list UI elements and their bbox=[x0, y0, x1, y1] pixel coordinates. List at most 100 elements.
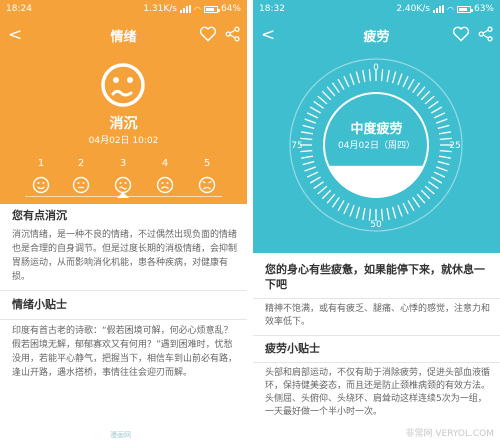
gauge-tick bbox=[424, 185, 435, 195]
scale-label-3: 3 bbox=[119, 158, 127, 169]
sad-face-small-icon[interactable] bbox=[156, 176, 174, 198]
wifi-icon: ◠ bbox=[447, 4, 454, 14]
sad-face-icon bbox=[100, 62, 146, 112]
gauge-tick bbox=[397, 73, 403, 86]
gauge-tick bbox=[397, 204, 403, 217]
gauge-tick bbox=[331, 82, 340, 93]
gauge-tick bbox=[412, 82, 421, 93]
gauge-tick bbox=[391, 71, 397, 84]
gauge-tick bbox=[391, 206, 397, 219]
watermark-mark: 漫画网 bbox=[110, 431, 131, 439]
gauge-tick bbox=[337, 78, 345, 90]
gauge-tick bbox=[431, 176, 443, 184]
fatigue-content: 您的身心有些疲惫，如果能停下来，就休息一下吧 精神不饱满，或有有疲乏、腿痛、心悸… bbox=[253, 262, 500, 419]
section-text: 消沉情绪，是一种不良的情绪，不过偶然出现负面的情绪也是合理的自身调节。但是过度长… bbox=[12, 230, 238, 282]
page-title: 疲劳 bbox=[363, 29, 390, 45]
divider bbox=[253, 298, 500, 299]
status-bar: 18:32 2.40K/s ◠ 63% bbox=[253, 0, 500, 18]
back-icon[interactable]: < bbox=[261, 25, 279, 45]
gauge-tick bbox=[407, 78, 415, 90]
gauge-tick bbox=[380, 208, 384, 221]
gauge-tick bbox=[420, 90, 431, 101]
gauge-tick bbox=[309, 106, 321, 114]
gauge-tick bbox=[313, 100, 324, 109]
network-speed: 1.31K/s bbox=[143, 4, 177, 14]
mood-name: 消沉 bbox=[109, 116, 138, 132]
gauge-tick bbox=[349, 73, 355, 86]
gauge-tick bbox=[306, 171, 319, 178]
signal-icon bbox=[180, 5, 191, 13]
fatigue-date: 04月02日（周四） bbox=[338, 141, 415, 151]
gauge-tick-label-50: 50 bbox=[370, 220, 382, 230]
status-time: 18:24 bbox=[6, 4, 32, 14]
gauge-tick bbox=[362, 207, 366, 220]
scale-label-1: 1 bbox=[37, 158, 45, 169]
status-time: 18:32 bbox=[259, 4, 285, 14]
gauge-tick bbox=[433, 171, 446, 178]
gauge-tick bbox=[326, 193, 336, 204]
gauge-tick bbox=[420, 189, 431, 200]
gauge-tick bbox=[313, 181, 324, 190]
divider bbox=[253, 362, 500, 363]
neutral-face-icon[interactable] bbox=[72, 176, 90, 198]
gauge-tick bbox=[412, 197, 421, 208]
gauge-tick-label-0: 0 bbox=[373, 63, 379, 73]
gauge-tick bbox=[304, 166, 317, 172]
favorite-icon[interactable] bbox=[452, 26, 470, 46]
gauge-tick bbox=[368, 69, 372, 82]
divider bbox=[0, 319, 247, 320]
gauge-tick bbox=[438, 155, 451, 159]
wifi-icon: ◠ bbox=[194, 4, 201, 14]
battery-icon bbox=[203, 5, 220, 13]
back-icon[interactable]: < bbox=[8, 25, 26, 45]
gauge-tick bbox=[431, 106, 443, 114]
gauge-tick bbox=[402, 75, 409, 88]
gauge-tick bbox=[321, 90, 332, 101]
share-icon[interactable] bbox=[225, 26, 241, 46]
mood-date: 04月02日 10:02 bbox=[88, 136, 159, 146]
section-heading: 您的身心有些疲惫，如果能停下来，就休息一下吧 bbox=[265, 263, 485, 291]
gauge-tick bbox=[355, 71, 361, 84]
gauge-tick bbox=[301, 155, 314, 159]
gauge-tick bbox=[343, 202, 350, 215]
section-heading: 情绪小贴士 bbox=[12, 298, 67, 311]
battery-level: 63% bbox=[473, 4, 494, 14]
gauge-tick bbox=[428, 181, 439, 190]
gauge-tick bbox=[402, 202, 409, 215]
battery-level: 64% bbox=[220, 4, 241, 14]
fatigue-screen: 18:32 2.40K/s ◠ 63% < 疲劳 0 25 50 75 中度疲劳… bbox=[253, 0, 500, 443]
angry-face-icon[interactable] bbox=[198, 176, 216, 198]
gauge-tick bbox=[302, 160, 315, 166]
status-bar: 18:24 1.31K/s ◠ 64% bbox=[0, 0, 247, 18]
favorite-icon[interactable] bbox=[199, 26, 217, 46]
gauge-tick bbox=[380, 69, 384, 82]
gauge-tick bbox=[424, 95, 435, 105]
battery-icon bbox=[456, 5, 473, 13]
watermark-text: 非常网 VERYOL.COM bbox=[405, 429, 494, 439]
share-icon[interactable] bbox=[478, 26, 494, 46]
gauge-tick bbox=[416, 86, 426, 97]
page-title: 情绪 bbox=[110, 29, 137, 45]
gauge-tick bbox=[386, 70, 390, 83]
happy-face-icon[interactable] bbox=[32, 176, 50, 198]
gauge-tick bbox=[326, 86, 336, 97]
gauge-tick bbox=[386, 207, 390, 220]
title-bar: < 情绪 bbox=[0, 18, 247, 52]
mood-scale[interactable]: 1 2 3 4 5 bbox=[25, 158, 222, 204]
gauge-tick bbox=[309, 176, 321, 184]
divider bbox=[0, 290, 247, 291]
title-bar: < 疲劳 bbox=[253, 18, 500, 52]
divider bbox=[253, 335, 500, 336]
mood-content: 您有点消沉 消沉情绪，是一种不良的情绪，不过偶然出现负面的情绪也是合理的自身调节… bbox=[0, 208, 247, 380]
scale-label-4: 4 bbox=[161, 158, 169, 169]
gauge-tick bbox=[321, 189, 332, 200]
gauge-tick bbox=[349, 204, 355, 217]
gauge-fill bbox=[324, 165, 428, 197]
section-text: 精神不饱满，或有有疲乏、腿痛、心悸的感觉，注意力和效率低下。 bbox=[265, 304, 491, 327]
section-heading: 疲劳小贴士 bbox=[265, 342, 320, 355]
scale-pointer bbox=[117, 192, 129, 198]
gauge-tick bbox=[416, 193, 426, 204]
scale-label-2: 2 bbox=[77, 158, 85, 169]
gauge-tick bbox=[337, 200, 345, 212]
fatigue-level-title: 中度疲劳 bbox=[350, 122, 403, 137]
